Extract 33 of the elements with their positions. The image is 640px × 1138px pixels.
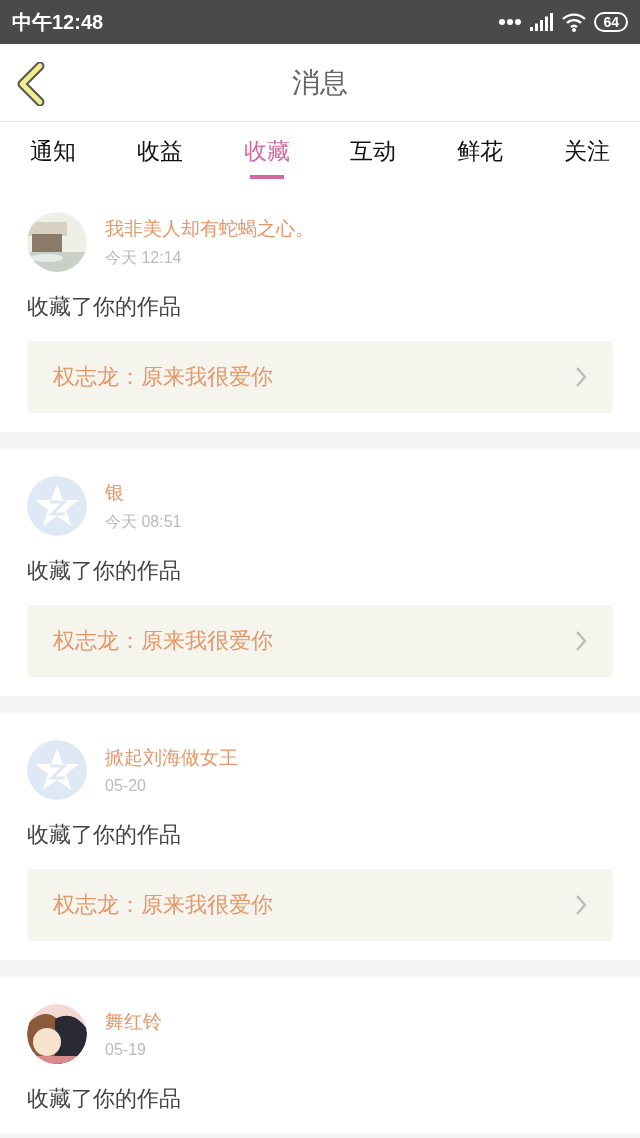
tab[interactable]: 互动 (320, 122, 427, 185)
tab[interactable]: 关注 (533, 122, 640, 185)
user-name[interactable]: 舞红铃 (105, 1009, 162, 1035)
message-time: 05-19 (105, 1041, 147, 1059)
work-title: 权志龙：原来我很爱你 (53, 627, 273, 655)
user-name[interactable]: 银 (105, 479, 182, 506)
work-title: 权志龙：原来我很爱你 (53, 891, 273, 919)
message-text: 收藏了你的作品 (27, 821, 182, 849)
user-name[interactable]: 掀起刘海做女王 (105, 745, 238, 771)
dots-icon (498, 18, 523, 26)
message-time: 今天 12:14 (105, 247, 183, 268)
work-link[interactable]: 权志龙：原来我很爱你 (27, 341, 613, 413)
tab[interactable]: 收藏 (213, 122, 320, 185)
message-text: 收藏了你的作品 (27, 293, 182, 321)
message-time: 05-20 (105, 777, 147, 795)
message-time: 今天 08:51 (105, 511, 182, 532)
chevron-right-icon (575, 630, 587, 652)
tab[interactable]: 鲜花 (426, 122, 534, 185)
message-text: 收藏了你的作品 (27, 1085, 182, 1113)
tab[interactable]: 通知 (0, 122, 107, 185)
chevron-right-icon (575, 894, 587, 916)
chevron-right-icon (575, 366, 587, 388)
user-name[interactable]: 我非美人却有蛇蝎之心。 (105, 215, 314, 242)
page-title: 消息 (292, 64, 348, 101)
status-time: 中午12:48 (12, 9, 104, 35)
battery-indicator: 64 (594, 12, 628, 32)
work-link[interactable]: 权志龙：原来我很爱你 (27, 869, 613, 941)
wifi-icon (562, 12, 587, 32)
message-text: 收藏了你的作品 (27, 557, 182, 585)
work-link[interactable]: 权志龙：原来我很爱你 (27, 605, 613, 677)
work-title: 权志龙：原来我很爱你 (53, 363, 273, 391)
tab[interactable]: 收益 (106, 122, 214, 185)
signal-icon (530, 13, 555, 31)
